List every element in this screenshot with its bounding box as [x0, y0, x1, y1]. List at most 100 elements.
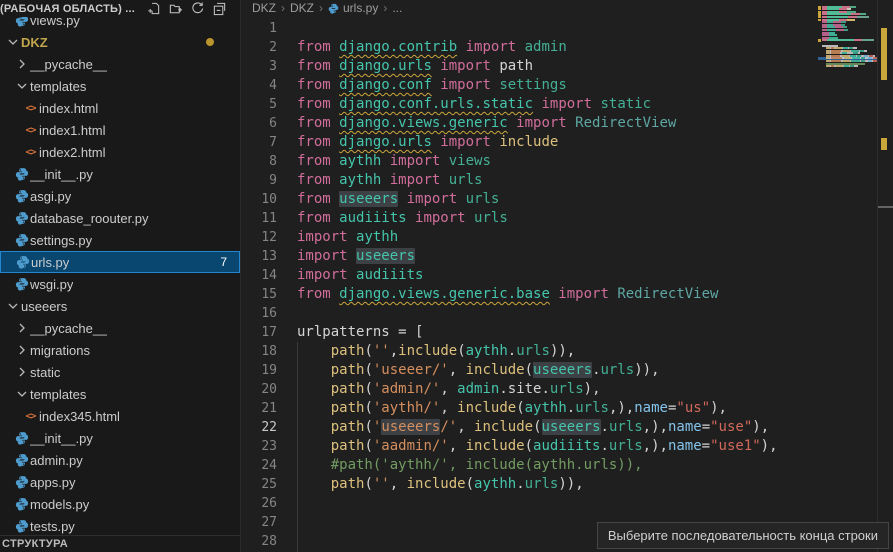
line-number[interactable]: 17 [241, 325, 277, 340]
line-number[interactable]: 7 [241, 135, 277, 150]
chevron-right-icon[interactable] [13, 56, 30, 72]
code-line[interactable]: 9from aythh import urls [241, 171, 818, 190]
tree-item--pycache-[interactable]: __pycache__ [0, 317, 240, 339]
line-number[interactable]: 2 [241, 40, 277, 55]
code-line[interactable]: 2from django.contrib import admin [241, 38, 818, 57]
code-line[interactable]: 26 [241, 494, 818, 513]
chevron-right-icon[interactable] [13, 364, 30, 380]
tree-item-index-html[interactable]: <>index.html [0, 97, 240, 119]
line-number[interactable]: 23 [241, 439, 277, 454]
code-line[interactable]: 4from django.conf import settings [241, 76, 818, 95]
tree-item-migrations[interactable]: migrations [0, 339, 240, 361]
outline-section-header[interactable]: СТРУКТУРА [0, 535, 241, 552]
code-line[interactable]: 22 path('useeers/', include(useeers.urls… [241, 418, 818, 437]
code-line[interactable]: 5from django.conf.urls.static import sta… [241, 95, 818, 114]
line-number[interactable]: 27 [241, 515, 277, 530]
breadcrumb[interactable]: DKZ›DKZ›urls.py›... [241, 0, 893, 16]
new-folder-icon[interactable] [167, 1, 183, 17]
line-number[interactable]: 18 [241, 344, 277, 359]
tree-item-dkz[interactable]: DKZ [0, 31, 240, 53]
code-line[interactable]: 24 #path('aythh/', include(aythh.urls)), [241, 456, 818, 475]
code-line[interactable]: 15from django.views.generic.base import … [241, 285, 818, 304]
new-file-icon[interactable] [145, 1, 161, 17]
workspace-section-header[interactable]: (РАБОЧАЯ ОБЛАСТЬ) ... [0, 0, 240, 17]
line-number[interactable]: 14 [241, 268, 277, 283]
file-tree: views.pyDKZ__pycache__templates<>index.h… [0, 9, 240, 537]
code-line[interactable]: 16 [241, 304, 818, 323]
line-number[interactable]: 10 [241, 192, 277, 207]
line-number[interactable]: 9 [241, 173, 277, 188]
code-line[interactable]: 12import aythh [241, 228, 818, 247]
breadcrumb-item[interactable]: urls.py [328, 1, 378, 15]
line-number[interactable]: 13 [241, 249, 277, 264]
line-number[interactable]: 25 [241, 477, 277, 492]
tree-item-urls-py[interactable]: urls.py7 [0, 251, 240, 273]
code-line[interactable]: 7from django.urls import include [241, 133, 818, 152]
line-number[interactable]: 11 [241, 211, 277, 226]
code-line[interactable]: 13import useeers [241, 247, 818, 266]
code-line[interactable]: 11from audiiits import urls [241, 209, 818, 228]
tree-item-templates[interactable]: templates [0, 75, 240, 97]
line-number[interactable]: 21 [241, 401, 277, 416]
tree-item-settings-py[interactable]: settings.py [0, 229, 240, 251]
tree-item-wsgi-py[interactable]: wsgi.py [0, 273, 240, 295]
tree-item-index2-html[interactable]: <>index2.html [0, 141, 240, 163]
chevron-down-icon[interactable] [13, 386, 30, 402]
tree-item-templates[interactable]: templates [0, 383, 240, 405]
chevron-down-icon[interactable] [4, 34, 21, 50]
tree-item-static[interactable]: static [0, 361, 240, 383]
code-line[interactable]: 1 [241, 19, 818, 38]
line-number[interactable]: 5 [241, 97, 277, 112]
overview-ruler[interactable] [877, 0, 893, 552]
tree-item--init-py[interactable]: __init__.py [0, 427, 240, 449]
line-number[interactable]: 4 [241, 78, 277, 93]
tree-item-database-roouter-py[interactable]: database_roouter.py [0, 207, 240, 229]
tree-item-admin-py[interactable]: admin.py [0, 449, 240, 471]
collapse-folders-icon[interactable] [211, 1, 227, 17]
line-number[interactable]: 1 [241, 21, 277, 36]
breadcrumb-item[interactable]: ... [392, 1, 402, 15]
line-number[interactable]: 16 [241, 306, 277, 321]
chevron-right-icon[interactable] [13, 342, 30, 358]
code-line[interactable]: 3from django.urls import path [241, 57, 818, 76]
line-number[interactable]: 3 [241, 59, 277, 74]
tree-item-index1-html[interactable]: <>index1.html [0, 119, 240, 141]
line-number[interactable]: 15 [241, 287, 277, 302]
code-line[interactable]: 21 path('aythh/', include(aythh.urls,),n… [241, 399, 818, 418]
line-number[interactable]: 24 [241, 458, 277, 473]
line-number[interactable]: 12 [241, 230, 277, 245]
tree-item-asgi-py[interactable]: asgi.py [0, 185, 240, 207]
refresh-icon[interactable] [189, 1, 205, 17]
tree-item-apps-py[interactable]: apps.py [0, 471, 240, 493]
line-number[interactable]: 20 [241, 382, 277, 397]
code-line[interactable]: 19 path('useeer/', include(useeers.urls)… [241, 361, 818, 380]
code-line[interactable]: 6from django.views.generic import Redire… [241, 114, 818, 133]
tree-item--init-py[interactable]: __init__.py [0, 163, 240, 185]
tree-item-index345-html[interactable]: <>index345.html [0, 405, 240, 427]
code-line[interactable]: 18 path('',include(aythh.urls)), [241, 342, 818, 361]
line-number[interactable]: 26 [241, 496, 277, 511]
line-number[interactable]: 28 [241, 534, 277, 549]
chevron-right-icon[interactable] [13, 320, 30, 336]
code-line[interactable]: 10from useeers import urls [241, 190, 818, 209]
code-area[interactable]: 1 2from django.contrib import admin3from … [241, 16, 818, 552]
code-line[interactable]: 14import audiiits [241, 266, 818, 285]
chevron-down-icon[interactable] [4, 298, 21, 314]
line-number[interactable]: 8 [241, 154, 277, 169]
line-number[interactable]: 6 [241, 116, 277, 131]
chevron-down-icon[interactable] [13, 78, 30, 94]
line-number[interactable]: 19 [241, 363, 277, 378]
breadcrumb-item[interactable]: DKZ [290, 1, 314, 15]
code-line[interactable]: 25 path('', include(aythh.urls)), [241, 475, 818, 494]
tree-item--pycache-[interactable]: __pycache__ [0, 53, 240, 75]
tree-item-tests-py[interactable]: tests.py [0, 515, 240, 537]
tree-item-useeers[interactable]: useeers [0, 295, 240, 317]
line-number[interactable]: 22 [241, 420, 277, 435]
code-line[interactable]: 8from aythh import views [241, 152, 818, 171]
tree-item-models-py[interactable]: models.py [0, 493, 240, 515]
breadcrumb-item[interactable]: DKZ [252, 1, 276, 15]
code-line[interactable]: 17urlpatterns = [ [241, 323, 818, 342]
minimap[interactable] [818, 0, 878, 552]
code-line[interactable]: 20 path('admin/', admin.site.urls), [241, 380, 818, 399]
code-line[interactable]: 23 path('aadmin/', include(audiiits.urls… [241, 437, 818, 456]
